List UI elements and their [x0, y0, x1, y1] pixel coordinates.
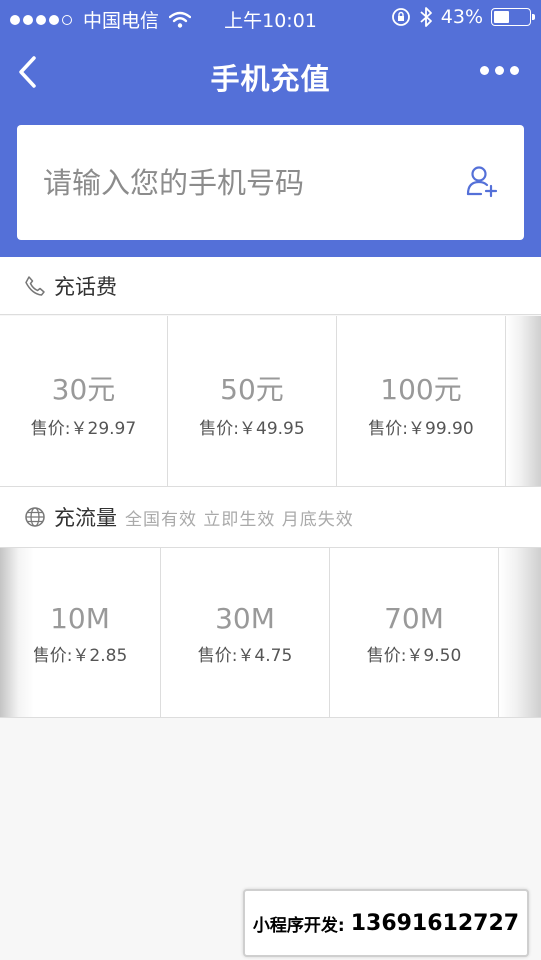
scroll-shadow-left	[0, 548, 34, 717]
battery-icon	[491, 8, 535, 26]
rotation-lock-icon	[391, 8, 410, 26]
status-bar: 中国电信 上午10:01 43%	[0, 0, 541, 36]
nav-bar: 手机充值	[0, 36, 541, 108]
more-dots-icon[interactable]	[474, 66, 519, 75]
scroll-shadow-right	[506, 316, 541, 486]
call-card-row: 30元 售价:￥29.97 50元 售价:￥49.95 100元 售价:￥99.…	[0, 316, 541, 487]
add-contact-icon[interactable]	[464, 163, 500, 199]
data-card-row: 10M 售价:￥2.85 30M 售价:￥4.75 70M 售价:￥9.50 售	[0, 548, 541, 718]
scroll-shadow-right	[499, 548, 541, 717]
data-section-title: 充流量	[54, 506, 117, 530]
data-card-price: 售价:￥4.75	[197, 646, 293, 666]
page-title: 手机充值	[210, 62, 331, 96]
call-card-amount: 30元	[51, 373, 116, 406]
promo-label: 小程序开发:	[252, 915, 345, 936]
call-card-price: 售价:￥49.95	[199, 419, 305, 439]
phone-number-input[interactable]	[43, 163, 443, 203]
battery-percent: 43%	[440, 6, 483, 28]
bluetooth-icon	[420, 7, 432, 27]
call-card-100[interactable]: 100元 售价:￥99.90	[337, 316, 506, 486]
data-card-amount: 70M	[384, 602, 444, 635]
call-card-price: 售价:￥29.97	[30, 419, 137, 439]
header: 中国电信 上午10:01 43% 手机充值 请输入您的手机号码	[0, 0, 541, 257]
call-card-amount: 100元	[380, 373, 462, 406]
data-card-70m[interactable]: 70M 售价:￥9.50	[330, 548, 499, 717]
call-card-50[interactable]: 50元 售价:￥49.95	[168, 316, 337, 486]
phone-icon	[25, 275, 45, 296]
globe-icon	[25, 507, 45, 527]
call-card-price: 售价:￥99.90	[368, 419, 474, 439]
data-section-note: 全国有效 立即生效 月底失效	[125, 509, 354, 530]
call-section-title: 充话费	[54, 274, 117, 299]
call-section-header: 充话费	[0, 257, 541, 315]
data-card-price: 售价:￥9.50	[366, 646, 462, 666]
promo-badge: 小程序开发: 13691612727	[243, 889, 529, 957]
call-card-amount: 50元	[220, 373, 284, 406]
data-card-30m[interactable]: 30M 售价:￥4.75	[161, 548, 330, 717]
phone-input-card	[17, 125, 524, 240]
data-section-header: 充流量 全国有效 立即生效 月底失效	[0, 487, 541, 548]
call-card-30[interactable]: 30元 售价:￥29.97	[0, 316, 168, 486]
data-card-amount: 30M	[215, 602, 275, 635]
promo-phone: 13691612727	[350, 910, 520, 936]
